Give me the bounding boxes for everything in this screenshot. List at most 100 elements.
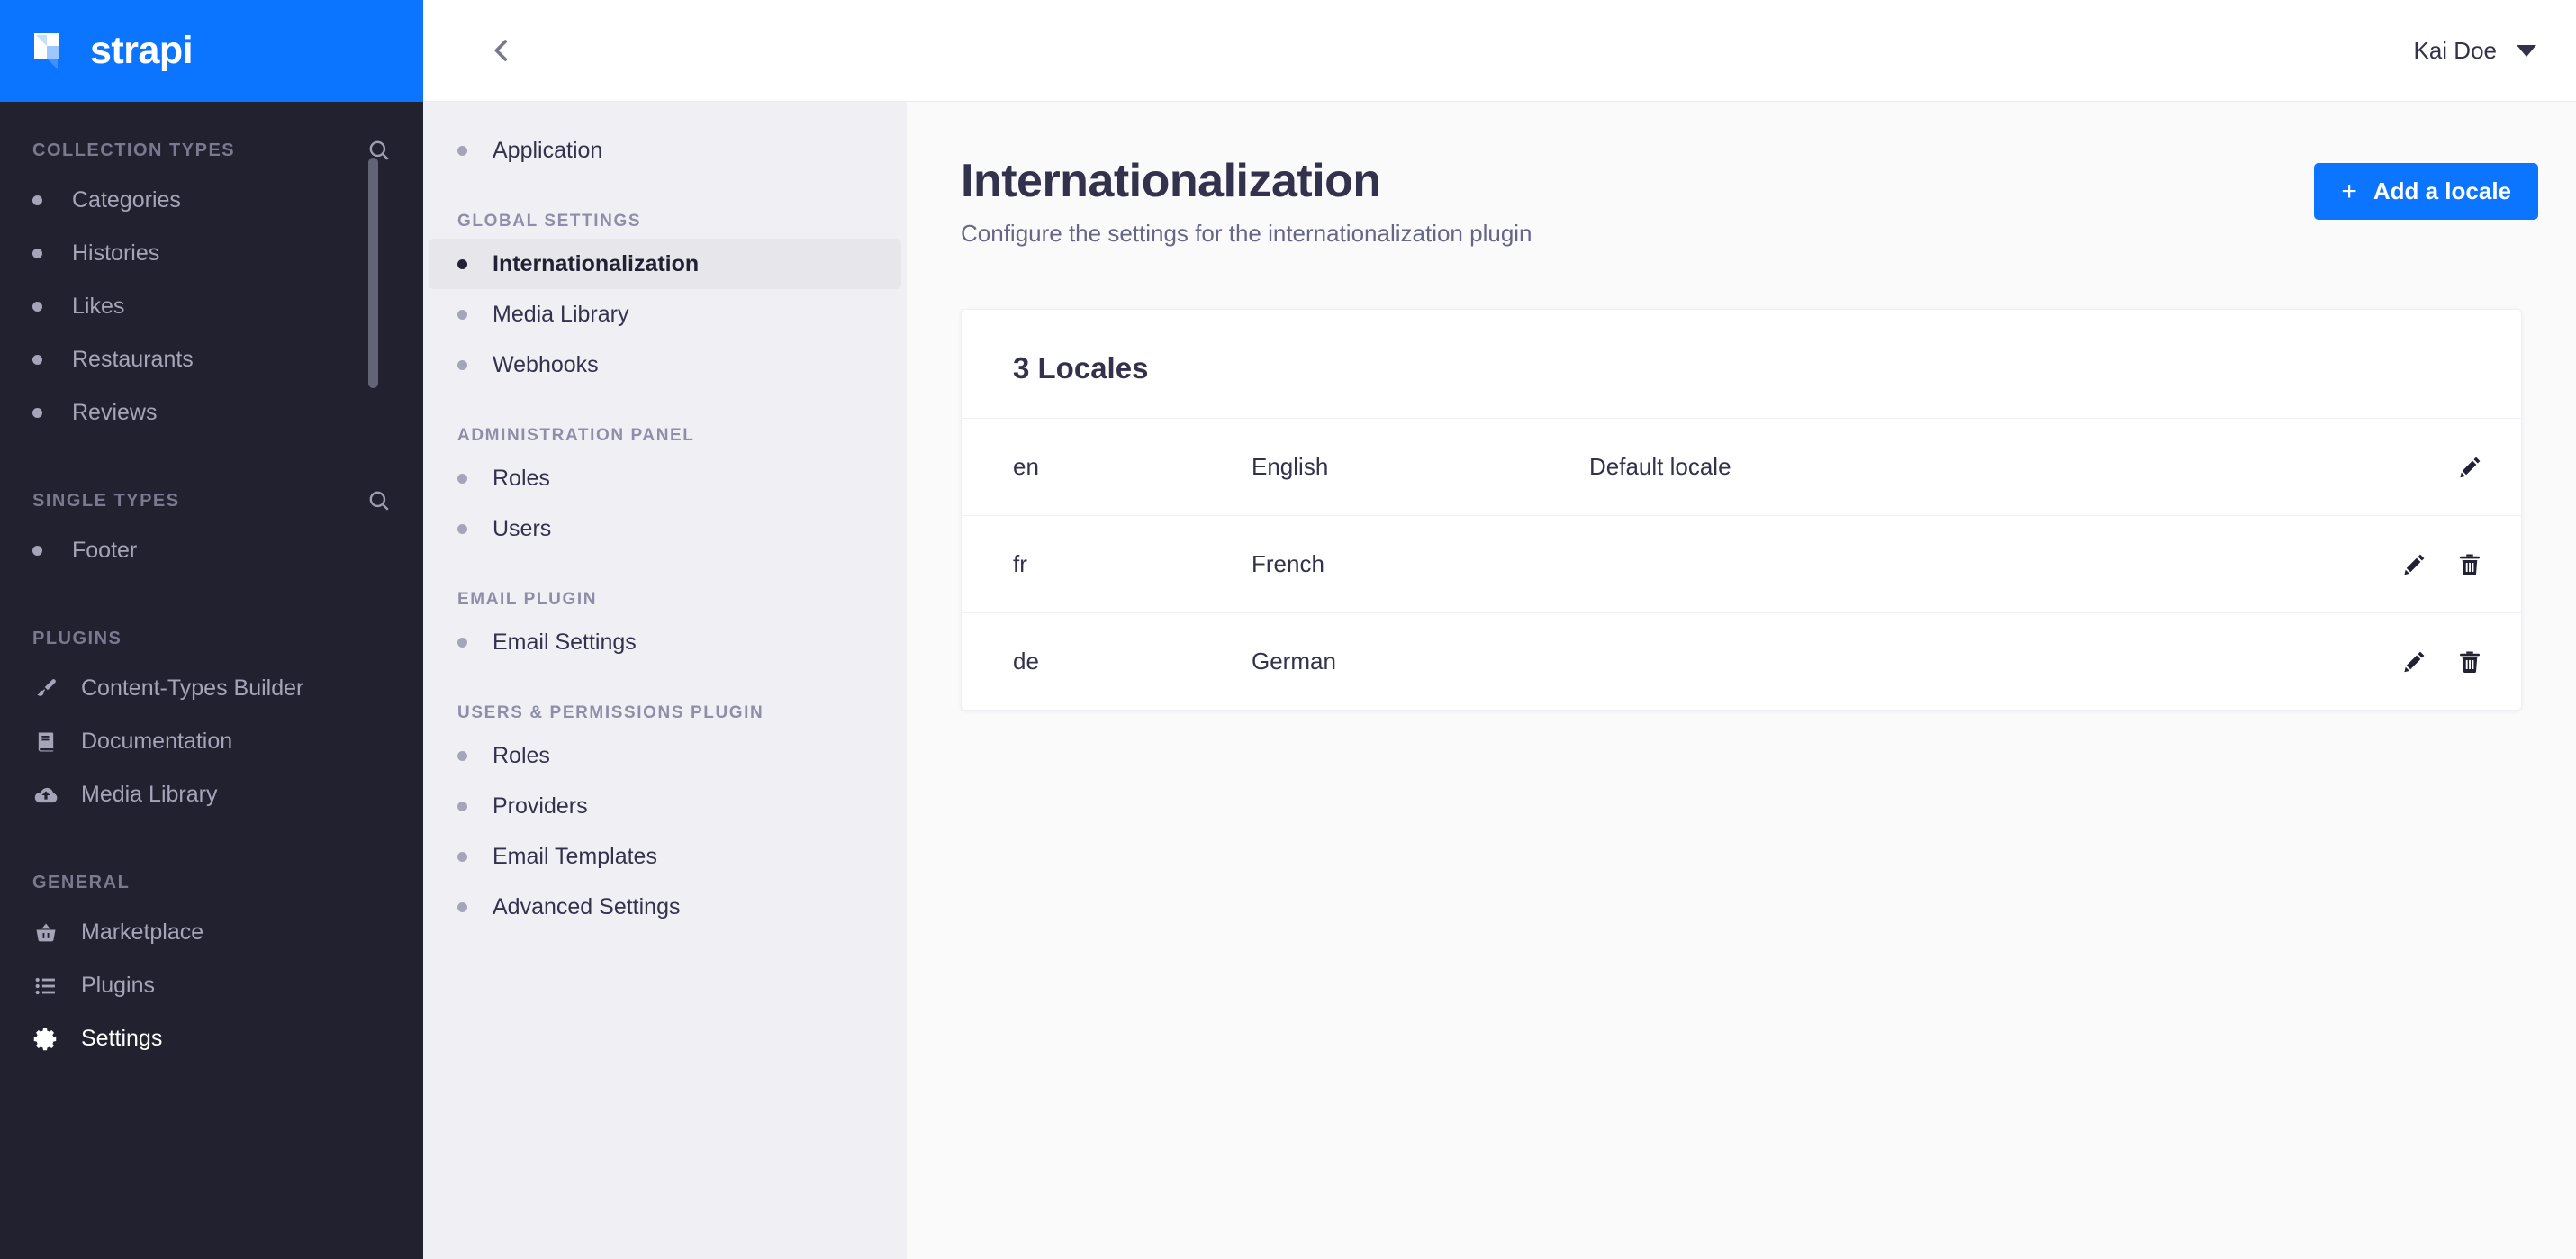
settings-item-admin-users[interactable]: Users bbox=[429, 503, 901, 554]
list-icon bbox=[32, 973, 59, 1000]
pencil-icon[interactable] bbox=[2454, 452, 2485, 483]
settings-item-up-roles[interactable]: Roles bbox=[429, 730, 901, 781]
bullet-icon bbox=[32, 408, 42, 418]
bullet-icon bbox=[32, 195, 42, 205]
chevron-left-icon[interactable] bbox=[486, 35, 517, 66]
main-content: Kai Doe Internationalization Configure t… bbox=[907, 0, 2576, 1259]
sidebar-item-reviews[interactable]: Reviews bbox=[0, 386, 423, 439]
table-row[interactable]: en English Default locale bbox=[962, 418, 2521, 515]
bullet-icon bbox=[32, 249, 42, 258]
settings-item-up-advanced-settings[interactable]: Advanced Settings bbox=[429, 882, 901, 932]
locale-code: fr bbox=[1013, 550, 1027, 577]
settings-item-application[interactable]: Application bbox=[429, 125, 901, 176]
settings-item-label: Media Library bbox=[493, 301, 629, 327]
row-actions bbox=[2399, 549, 2485, 580]
locale-code: de bbox=[1013, 648, 1039, 675]
settings-group-administration-panel: ADMINISTRATION PANEL bbox=[457, 426, 695, 445]
plus-icon: + bbox=[2341, 176, 2357, 206]
section-label: SINGLE TYPES bbox=[32, 490, 180, 511]
bullet-icon bbox=[32, 302, 42, 312]
settings-item-label: Roles bbox=[493, 742, 550, 768]
paint-brush-icon bbox=[32, 675, 59, 702]
settings-item-label: Providers bbox=[493, 793, 588, 819]
sidebar-item-settings[interactable]: Settings bbox=[0, 1012, 423, 1065]
pencil-icon[interactable] bbox=[2399, 647, 2429, 677]
bullet-icon bbox=[457, 750, 467, 761]
sidebar-item-label: Settings bbox=[81, 1026, 163, 1051]
app-root: strapi COLLECTION TYPES Categories Histo… bbox=[0, 0, 2576, 1259]
add-locale-button[interactable]: + Add a locale bbox=[2314, 163, 2538, 220]
sidebar-item-documentation[interactable]: Documentation bbox=[0, 715, 423, 768]
sidebar-section-single-types: SINGLE TYPES bbox=[0, 483, 423, 519]
settings-item-label: Roles bbox=[493, 465, 550, 491]
topbar: Kai Doe bbox=[907, 0, 2576, 102]
page-header: Internationalization Configure the setti… bbox=[907, 102, 2576, 248]
sidebar-item-label: Reviews bbox=[72, 400, 158, 425]
trash-icon[interactable] bbox=[2454, 647, 2485, 677]
bullet-icon bbox=[457, 145, 467, 156]
settings-item-label: Email Templates bbox=[493, 843, 657, 869]
sidebar-item-label: Plugins bbox=[81, 973, 155, 998]
subnav-header bbox=[423, 0, 907, 102]
brand-header[interactable]: strapi bbox=[0, 0, 423, 102]
sidebar-item-label: Categories bbox=[72, 187, 181, 213]
sidebar-item-media-library[interactable]: Media Library bbox=[0, 768, 423, 821]
sidebar-item-footer[interactable]: Footer bbox=[0, 524, 423, 577]
sidebar-item-restaurants[interactable]: Restaurants bbox=[0, 333, 423, 386]
locale-name: French bbox=[1252, 550, 1324, 577]
strapi-logo-icon bbox=[32, 32, 74, 71]
search-icon[interactable] bbox=[367, 139, 391, 162]
trash-icon[interactable] bbox=[2454, 549, 2485, 580]
bullet-icon bbox=[457, 309, 467, 320]
search-icon[interactable] bbox=[367, 489, 391, 512]
user-menu-label[interactable]: Kai Doe bbox=[2414, 37, 2498, 65]
section-label: COLLECTION TYPES bbox=[32, 140, 236, 160]
page-header-text: Internationalization Configure the setti… bbox=[961, 154, 1532, 248]
table-row[interactable]: de German bbox=[962, 612, 2521, 710]
settings-item-label: Email Settings bbox=[493, 629, 637, 655]
book-icon bbox=[32, 729, 59, 756]
settings-item-media-library[interactable]: Media Library bbox=[429, 289, 901, 340]
table-row[interactable]: fr French bbox=[962, 515, 2521, 612]
cloud-upload-icon bbox=[32, 782, 59, 809]
settings-group-users-permissions-plugin: USERS & PERMISSIONS PLUGIN bbox=[457, 703, 764, 722]
default-locale-badge: Default locale bbox=[1589, 453, 1731, 480]
page-subtitle: Configure the settings for the internati… bbox=[961, 220, 1532, 247]
bullet-icon bbox=[32, 546, 42, 556]
row-actions bbox=[2399, 647, 2485, 677]
locale-name: German bbox=[1252, 648, 1336, 675]
settings-item-email-settings[interactable]: Email Settings bbox=[429, 617, 901, 667]
sidebar-item-categories[interactable]: Categories bbox=[0, 174, 423, 227]
settings-item-webhooks[interactable]: Webhooks bbox=[429, 340, 901, 390]
sidebar-item-label: Likes bbox=[72, 294, 125, 319]
sidebar-scroll-area: COLLECTION TYPES Categories Histories Li… bbox=[0, 102, 423, 1259]
pencil-icon[interactable] bbox=[2399, 549, 2429, 580]
sidebar-item-plugins[interactable]: Plugins bbox=[0, 959, 423, 1012]
sidebar-item-content-types-builder[interactable]: Content-Types Builder bbox=[0, 662, 423, 715]
locale-name: English bbox=[1252, 453, 1329, 480]
settings-item-up-providers[interactable]: Providers bbox=[429, 781, 901, 831]
sidebar-item-label: Media Library bbox=[81, 782, 218, 807]
settings-item-admin-roles[interactable]: Roles bbox=[429, 453, 901, 503]
sidebar-item-marketplace[interactable]: Marketplace bbox=[0, 906, 423, 959]
locales-count-heading: 3 Locales bbox=[1013, 351, 1149, 385]
sidebar-item-likes[interactable]: Likes bbox=[0, 280, 423, 333]
chevron-down-icon[interactable] bbox=[2517, 44, 2536, 57]
page-title: Internationalization bbox=[961, 155, 1381, 207]
settings-subnav: Application GLOBAL SETTINGS Internationa… bbox=[423, 0, 907, 1259]
settings-item-label: Internationalization bbox=[493, 250, 700, 276]
bullet-icon bbox=[457, 637, 467, 648]
locale-code: en bbox=[1013, 453, 1039, 480]
sidebar-item-label: Restaurants bbox=[72, 347, 194, 372]
settings-item-internationalization[interactable]: Internationalization bbox=[429, 239, 901, 289]
sidebar-section-plugins: PLUGINS bbox=[0, 620, 423, 657]
shopping-basket-icon bbox=[32, 919, 59, 947]
sidebar-item-histories[interactable]: Histories bbox=[0, 227, 423, 280]
sidebar-scrollbar[interactable] bbox=[368, 158, 378, 388]
settings-item-up-email-templates[interactable]: Email Templates bbox=[429, 831, 901, 882]
bullet-icon bbox=[457, 851, 467, 862]
settings-item-label: Application bbox=[493, 137, 603, 163]
main-sidebar: strapi COLLECTION TYPES Categories Histo… bbox=[0, 0, 423, 1259]
